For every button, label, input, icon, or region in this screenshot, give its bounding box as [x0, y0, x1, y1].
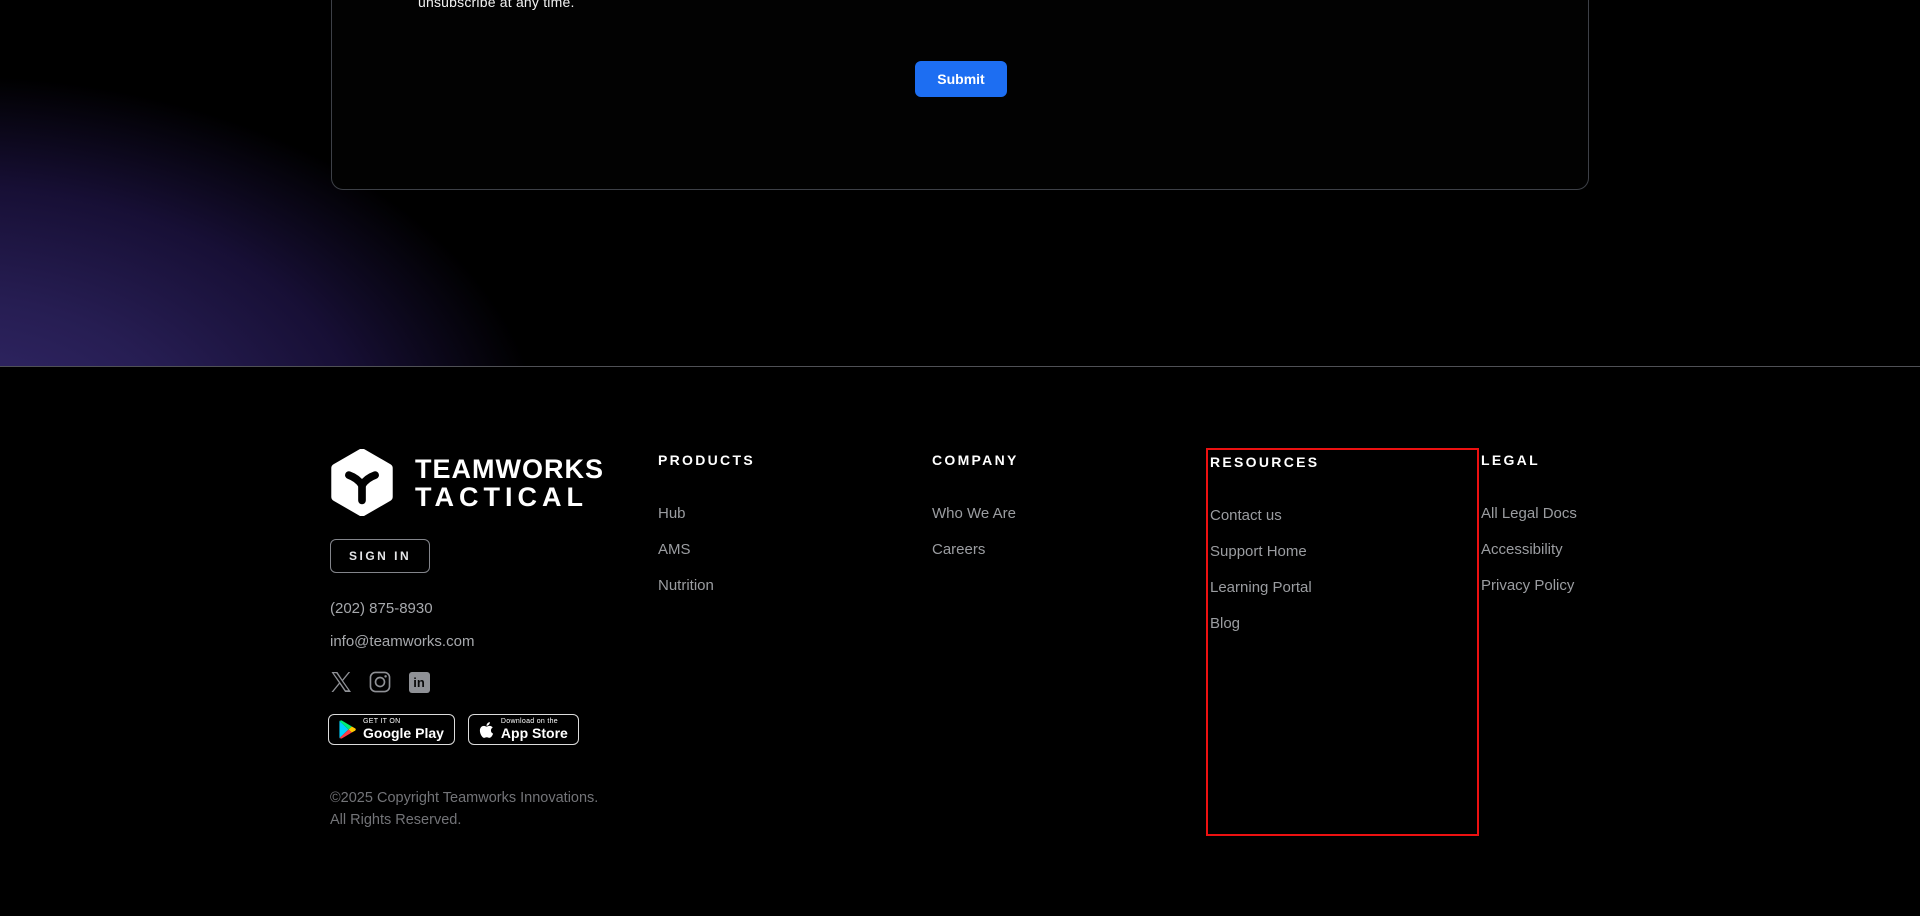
footer-link-hub[interactable]: Hub	[658, 506, 755, 521]
footer-column-resources: RESOURCES Contact us Support Home Learni…	[1210, 455, 1319, 652]
brand-name-line2: TACTICAL	[415, 483, 604, 511]
hexagon-y-logo-icon	[330, 449, 394, 516]
footer-link-accessibility[interactable]: Accessibility	[1481, 542, 1577, 557]
footer-link-who-we-are[interactable]: Who We Are	[932, 506, 1019, 521]
sign-in-button[interactable]: SIGN IN	[330, 539, 430, 573]
column-heading-resources: RESOURCES	[1210, 455, 1319, 469]
google-play-label: Google Play	[363, 726, 444, 741]
footer-column-products: PRODUCTS Hub AMS Nutrition	[658, 453, 755, 614]
app-store-badges: GET IT ON Google Play Download on the Ap…	[328, 714, 579, 745]
copyright-line2: All Rights Reserved.	[330, 809, 598, 831]
footer-link-privacy-policy[interactable]: Privacy Policy	[1481, 578, 1577, 593]
footer-link-ams[interactable]: AMS	[658, 542, 755, 557]
footer-link-learning-portal[interactable]: Learning Portal	[1210, 580, 1319, 595]
brand-logo[interactable]: TEAMWORKS TACTICAL	[330, 449, 604, 516]
column-heading-company: COMPANY	[932, 453, 1019, 467]
apple-icon	[479, 721, 494, 739]
copyright-notice: ©2025 Copyright Teamworks Innovations. A…	[330, 787, 598, 831]
column-heading-products: PRODUCTS	[658, 453, 755, 467]
page: unsubscribe at any time. Submit TEAMWORK…	[0, 0, 1920, 916]
footer-column-legal: LEGAL All Legal Docs Accessibility Priva…	[1481, 453, 1577, 614]
app-store-label: App Store	[501, 726, 568, 741]
brand-wordmark: TEAMWORKS TACTICAL	[415, 455, 604, 511]
footer: TEAMWORKS TACTICAL SIGN IN (202) 875-893…	[0, 366, 1920, 916]
footer-link-nutrition[interactable]: Nutrition	[658, 578, 755, 593]
footer-link-careers[interactable]: Careers	[932, 542, 1019, 557]
social-links: in	[330, 671, 430, 693]
copyright-line1: ©2025 Copyright Teamworks Innovations.	[330, 787, 598, 809]
footer-link-all-legal-docs[interactable]: All Legal Docs	[1481, 506, 1577, 521]
instagram-icon[interactable]	[369, 671, 391, 693]
google-play-icon	[339, 720, 356, 739]
google-play-badge[interactable]: GET IT ON Google Play	[328, 714, 455, 745]
footer-column-company: COMPANY Who We Are Careers	[932, 453, 1019, 578]
brand-name-line1: TEAMWORKS	[415, 455, 604, 483]
app-store-badge[interactable]: Download on the App Store	[468, 714, 579, 745]
footer-link-support-home[interactable]: Support Home	[1210, 544, 1319, 559]
column-heading-legal: LEGAL	[1481, 453, 1577, 467]
linkedin-glyph: in	[409, 672, 430, 693]
disclaimer-text: unsubscribe at any time.	[418, 0, 575, 10]
newsletter-section: unsubscribe at any time. Submit	[0, 0, 1920, 366]
footer-link-blog[interactable]: Blog	[1210, 616, 1319, 631]
submit-button[interactable]: Submit	[915, 61, 1007, 97]
footer-link-contact-us[interactable]: Contact us	[1210, 508, 1319, 523]
phone-number[interactable]: (202) 875-8930	[330, 600, 433, 617]
email-address[interactable]: info@teamworks.com	[330, 633, 474, 650]
linkedin-icon[interactable]: in	[408, 671, 430, 693]
x-twitter-icon[interactable]	[330, 671, 352, 693]
